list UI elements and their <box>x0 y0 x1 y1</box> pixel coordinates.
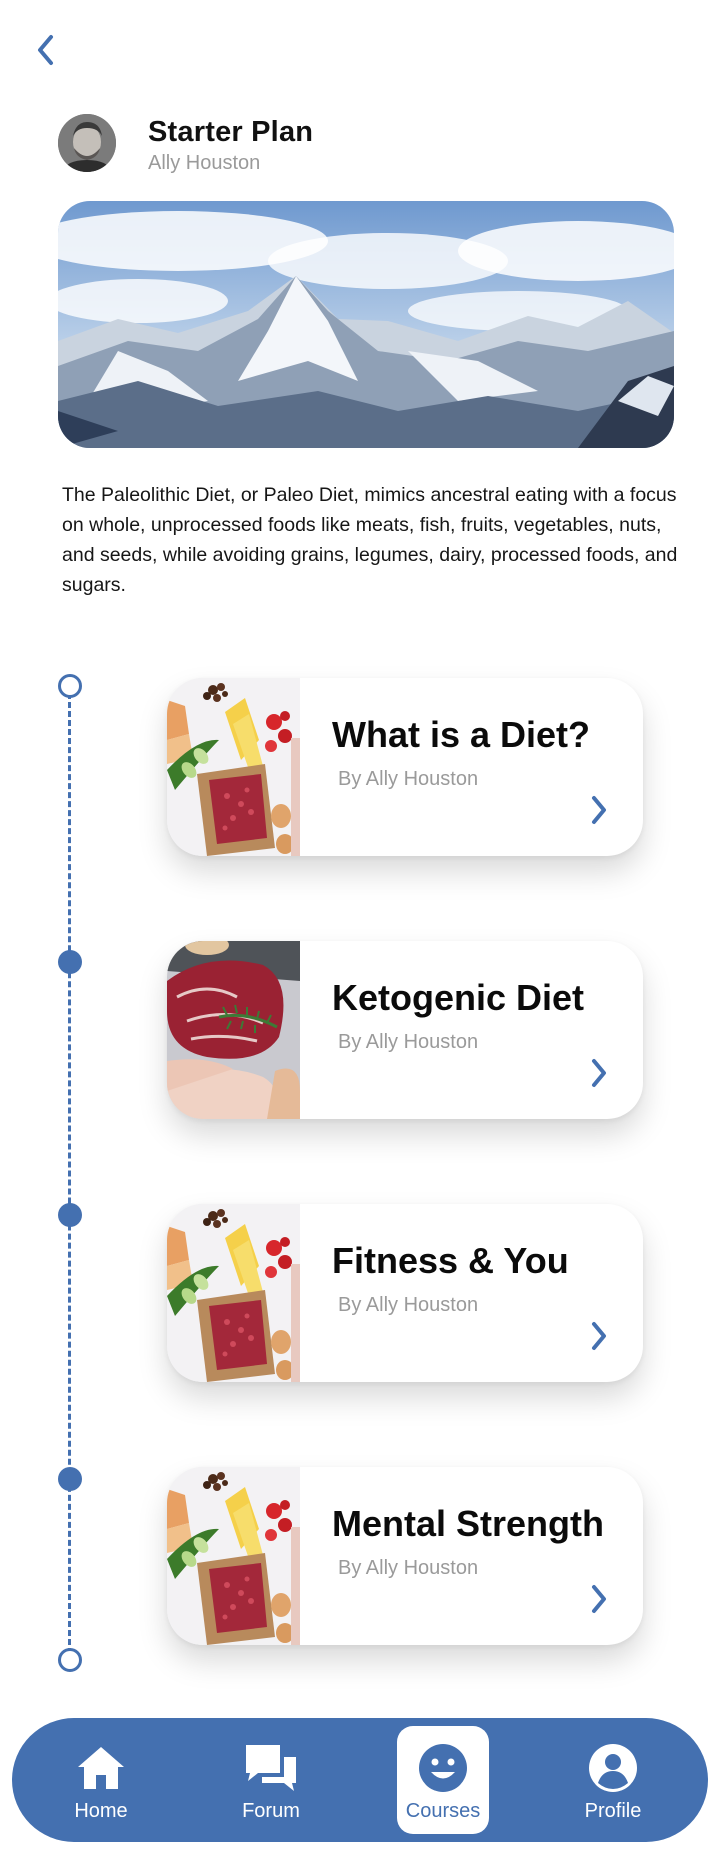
nav-label: Profile <box>584 1800 642 1822</box>
course-card-ketogenic-diet[interactable]: Ketogenic Diet By Ally Houston <box>167 941 643 1119</box>
course-card-fitness-and-you[interactable]: Fitness & You By Ally Houston <box>167 1204 643 1382</box>
course-title: What is a Diet? <box>332 714 591 755</box>
bottom-navigation: Home Forum Courses Profile <box>12 1718 708 1842</box>
chat-icon <box>225 1742 317 1794</box>
nav-courses[interactable]: Courses <box>397 1726 489 1834</box>
course-title: Fitness & You <box>332 1240 569 1281</box>
nav-label: Courses <box>405 1800 481 1822</box>
timeline-node-end <box>58 1648 82 1672</box>
chevron-right-icon[interactable] <box>585 792 613 828</box>
avatar[interactable] <box>58 114 116 172</box>
course-author: By Ally Houston <box>338 768 479 790</box>
course-author: By Ally Houston <box>338 1031 479 1053</box>
nav-forum[interactable]: Forum <box>225 1726 317 1834</box>
page-title: Starter Plan <box>148 116 314 148</box>
timeline-node-4 <box>58 1467 82 1491</box>
timeline-node-2 <box>58 950 82 974</box>
user-icon <box>567 1742 659 1794</box>
course-author: By Ally Houston <box>338 1294 479 1316</box>
plan-header: Starter Plan Ally Houston <box>58 114 658 174</box>
home-icon <box>55 1742 147 1794</box>
hero-image <box>58 201 674 448</box>
nav-label: Home <box>74 1800 128 1822</box>
course-thumbnail <box>167 1204 300 1382</box>
timeline-node-start <box>58 674 82 698</box>
smiley-icon <box>397 1742 489 1794</box>
chevron-left-icon <box>35 33 57 67</box>
course-card-what-is-a-diet[interactable]: What is a Diet? By Ally Houston <box>167 678 643 856</box>
plan-author: Ally Houston <box>148 152 261 174</box>
nav-label: Forum <box>242 1800 300 1822</box>
nav-profile[interactable]: Profile <box>567 1726 659 1834</box>
course-title: Ketogenic Diet <box>332 977 585 1018</box>
chevron-right-icon[interactable] <box>585 1581 613 1617</box>
course-thumbnail <box>167 678 300 856</box>
course-thumbnail <box>167 941 300 1119</box>
back-button[interactable] <box>26 30 66 70</box>
timeline-node-3 <box>58 1203 82 1227</box>
chevron-right-icon[interactable] <box>585 1318 613 1354</box>
course-author: By Ally Houston <box>338 1557 479 1579</box>
course-thumbnail <box>167 1467 300 1645</box>
nav-home[interactable]: Home <box>55 1726 147 1834</box>
timeline-line <box>68 684 71 1654</box>
plan-description: The Paleolithic Diet, or Paleo Diet, mim… <box>62 484 678 596</box>
course-title: Mental Strength <box>332 1503 605 1544</box>
chevron-right-icon[interactable] <box>585 1055 613 1091</box>
course-card-mental-strength[interactable]: Mental Strength By Ally Houston <box>167 1467 643 1645</box>
